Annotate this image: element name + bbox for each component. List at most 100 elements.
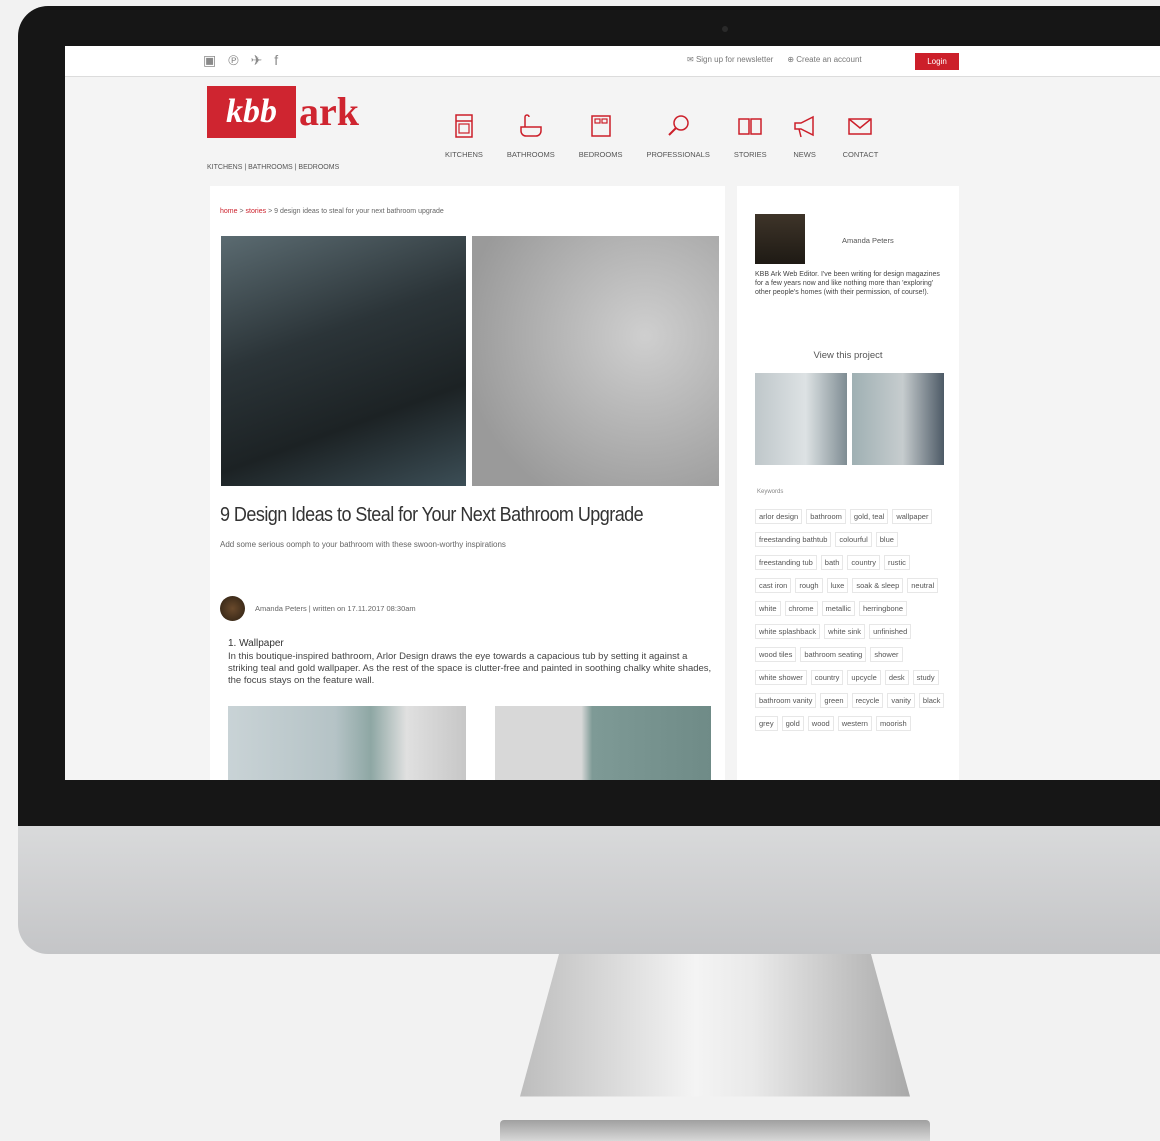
main-nav: KITCHENS BATHROOMS BEDROOMS PROFESSIONAL… <box>445 112 902 159</box>
logo-ark: ark <box>299 89 359 134</box>
keyword-tag[interactable]: wood tiles <box>755 647 797 662</box>
keyword-tag[interactable]: luxe <box>826 578 849 593</box>
author-meta: Amanda Peters | written on 17.11.2017 08… <box>255 604 416 613</box>
keyword-tag[interactable]: gold, teal <box>849 509 889 524</box>
author-sidebar: Amanda Peters KBB Ark Web Editor. I've b… <box>737 186 959 780</box>
article-subtitle: Add some serious oomph to your bathroom … <box>220 540 506 549</box>
nav-news[interactable]: NEWS <box>791 112 819 159</box>
account-links: ✉ Sign up for newsletter ⊕ Create an acc… <box>687 55 862 64</box>
logo-kbb: kbb <box>207 86 296 138</box>
bathtub-icon <box>520 114 542 137</box>
keyword-tag[interactable]: metallic <box>821 601 855 616</box>
keyword-tag[interactable]: bath <box>820 555 844 570</box>
author-bio: KBB Ark Web Editor. I've been writing fo… <box>755 271 940 296</box>
project-thumbnail-2[interactable] <box>852 373 944 465</box>
site-logo[interactable]: kbb ark <box>207 86 387 142</box>
newsletter-link[interactable]: ✉ Sign up for newsletter <box>687 55 773 64</box>
nav-label: PROFESSIONALS <box>646 150 710 159</box>
create-account-link[interactable]: ⊕ Create an account <box>787 55 861 64</box>
keyword-tag[interactable]: chrome <box>784 601 818 616</box>
keyword-tag[interactable]: soak & sleep <box>852 578 904 593</box>
keyword-tag[interactable]: moorish <box>875 716 911 731</box>
nav-professionals[interactable]: PROFESSIONALS <box>646 112 710 159</box>
author-row: Amanda Peters | written on 17.11.2017 08… <box>220 596 416 621</box>
keyword-tag[interactable]: vanity <box>887 693 915 708</box>
keyword-tag[interactable]: country <box>810 670 844 685</box>
keywords-label: Keywords <box>757 489 784 495</box>
facebook-icon[interactable]: f <box>274 52 278 69</box>
keyword-tag[interactable]: shower <box>870 647 903 662</box>
keyword-tag[interactable]: white shower <box>755 670 807 685</box>
keyword-tag[interactable]: freestanding bathtub <box>755 532 832 547</box>
keyword-tag[interactable]: bathroom <box>806 509 846 524</box>
nav-label: BATHROOMS <box>506 150 555 159</box>
keyword-tag[interactable]: white <box>755 601 781 616</box>
project-thumbnail-1[interactable] <box>755 373 847 465</box>
keyword-tag[interactable]: recycle <box>851 693 884 708</box>
instagram-icon[interactable]: ▣ <box>203 52 216 69</box>
login-button[interactable]: Login <box>915 53 959 70</box>
breadcrumb-home[interactable]: home <box>220 208 238 215</box>
keyword-tag[interactable]: cast iron <box>755 578 792 593</box>
megaphone-icon <box>793 115 814 138</box>
keyword-tag[interactable]: wood <box>807 716 834 731</box>
written-date: written on 17.11.2017 08:30am <box>312 604 416 613</box>
keyword-tag[interactable]: freestanding tub <box>755 555 817 570</box>
keyword-tag[interactable]: study <box>912 670 939 685</box>
author-photo[interactable] <box>755 214 805 264</box>
nav-bathrooms[interactable]: BATHROOMS <box>507 112 555 159</box>
nav-stories[interactable]: STORIES <box>734 112 767 159</box>
section-body: In this boutique-inspired bathroom, Arlo… <box>228 651 712 686</box>
avatar[interactable] <box>220 596 245 621</box>
keyword-tag[interactable]: rough <box>795 578 823 593</box>
pinterest-icon[interactable]: ℗ <box>228 52 238 69</box>
keyword-tag[interactable]: western <box>837 716 872 731</box>
keyword-tag[interactable]: herringbone <box>858 601 907 616</box>
breadcrumb: home > stories > 9 design ideas to steal… <box>220 208 444 215</box>
article-image-2[interactable] <box>495 706 711 780</box>
nav-kitchens[interactable]: KITCHENS <box>445 112 483 159</box>
keyword-tag[interactable]: neutral <box>907 578 939 593</box>
nav-label: STORIES <box>733 150 767 159</box>
top-bar: ▣ ℗ ✈ f ✉ Sign up for newsletter ⊕ Creat… <box>65 46 1160 77</box>
keyword-tag[interactable]: black <box>918 693 945 708</box>
keyword-tag[interactable]: grey <box>755 716 778 731</box>
breadcrumb-current: 9 design ideas to steal for your next ba… <box>274 208 444 215</box>
user-icon: ⊕ <box>787 55 797 64</box>
keyword-tag[interactable]: wallpaper <box>892 509 933 524</box>
keyword-tag[interactable]: rustic <box>884 555 910 570</box>
keyword-tag[interactable]: white splashback <box>755 624 821 639</box>
nav-label: CONTACT <box>842 150 879 159</box>
logo-tagline: KITCHENS | BATHROOMS | BEDROOMS <box>207 164 340 171</box>
keyword-tag[interactable]: bathroom vanity <box>755 693 817 708</box>
keyword-tag[interactable]: unfinished <box>869 624 912 639</box>
section-title: 1. Wallpaper <box>228 638 284 649</box>
sidebar-author-name[interactable]: Amanda Peters <box>842 236 894 245</box>
keyword-tag[interactable]: arlor design <box>755 509 803 524</box>
keyword-tag[interactable]: bathroom seating <box>800 647 867 662</box>
nav-contact[interactable]: CONTACT <box>842 112 879 159</box>
screen: ▣ ℗ ✈ f ✉ Sign up for newsletter ⊕ Creat… <box>65 46 1160 780</box>
hero-image-fireplace-bathtub[interactable] <box>221 236 466 486</box>
keyword-tag[interactable]: desk <box>884 670 909 685</box>
keyword-tag[interactable]: blue <box>875 532 898 547</box>
author-name[interactable]: Amanda Peters <box>255 604 307 613</box>
article-title: 9 Design Ideas to Steal for Your Next Ba… <box>220 504 644 526</box>
keyword-tag[interactable]: gold <box>781 716 804 731</box>
keyword-tag[interactable]: country <box>847 555 881 570</box>
book-icon <box>738 118 762 135</box>
keyword-tag[interactable]: white sink <box>824 624 866 639</box>
view-project-link[interactable]: View this project <box>737 350 959 361</box>
article-panel: home > stories > 9 design ideas to steal… <box>210 186 725 780</box>
hero-image-patterned-floor[interactable] <box>472 236 719 486</box>
nav-label: KITCHENS <box>445 150 483 159</box>
twitter-icon[interactable]: ✈ <box>251 52 263 69</box>
breadcrumb-stories[interactable]: stories <box>246 208 267 215</box>
article-image-1[interactable] <box>228 706 466 780</box>
keyword-tag[interactable]: green <box>820 693 848 708</box>
keyword-tag[interactable]: colourful <box>835 532 872 547</box>
keyword-tag[interactable]: upcycle <box>847 670 881 685</box>
nav-bedrooms[interactable]: BEDROOMS <box>579 112 622 159</box>
oven-icon <box>455 114 473 138</box>
keyword-tags: arlor design bathroom gold, teal wallpaper f… <box>755 509 950 731</box>
